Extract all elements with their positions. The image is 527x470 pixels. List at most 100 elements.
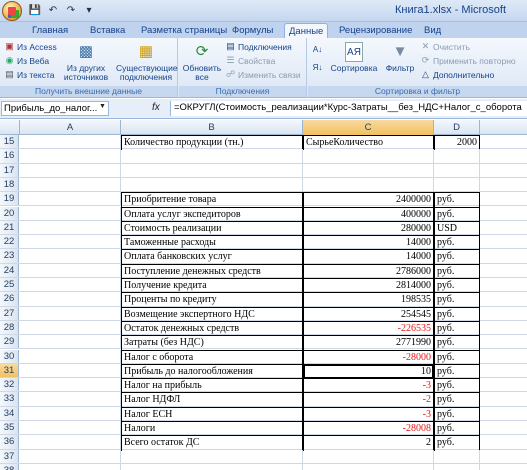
cell-d21[interactable]: USD (434, 220, 480, 237)
cell-b24[interactable]: Поступление денежных средств (121, 263, 303, 279)
row-header[interactable]: 36 (0, 435, 19, 449)
tab-1[interactable]: Вставка (86, 23, 129, 38)
cell-a17[interactable] (20, 163, 121, 177)
cell-b26[interactable]: Проценты по кредиту (121, 292, 303, 308)
cell-c15[interactable]: СырьеКоличество (303, 135, 434, 151)
cell-b15[interactable]: Количество продукции (тн.) (121, 135, 303, 151)
cell-d20[interactable]: руб. (434, 206, 480, 222)
row-header[interactable]: 33 (0, 392, 19, 406)
cell-a35[interactable] (20, 421, 121, 435)
cell-b19[interactable]: Приобритение товара (121, 192, 303, 208)
save-icon[interactable]: 💾 (28, 4, 42, 18)
from-access-button[interactable]: ▣ Из Access (4, 41, 57, 52)
cell-c27[interactable]: 254545 (303, 306, 434, 322)
cell-c37[interactable] (303, 449, 434, 463)
cell-a20[interactable] (20, 206, 121, 220)
cell-c21[interactable]: 280000 (303, 220, 434, 237)
from-web-button[interactable]: ◉ Из Веба (4, 55, 50, 66)
row-header[interactable]: 19 (0, 192, 19, 206)
cell-a31[interactable] (20, 363, 121, 378)
cell-d32[interactable]: руб. (434, 378, 480, 394)
cell-d26[interactable]: руб. (434, 292, 480, 308)
row-header[interactable]: 25 (0, 278, 19, 292)
cell-b36[interactable]: Всего остаток ДС (121, 435, 303, 451)
row-header[interactable]: 29 (0, 335, 19, 349)
cell-c29[interactable]: 2771990 (303, 335, 434, 351)
cell-d35[interactable]: руб. (434, 421, 480, 437)
properties-button[interactable]: ☰ Свойства (225, 55, 275, 66)
cell-b21[interactable]: Стоимость реализации (121, 220, 303, 237)
redo-icon[interactable]: ↷ (64, 4, 78, 18)
cell-a24[interactable] (20, 263, 121, 277)
row-header[interactable]: 23 (0, 249, 19, 263)
cell-d31[interactable]: руб. (434, 363, 480, 380)
cell-d23[interactable]: руб. (434, 249, 480, 265)
row-header[interactable]: 17 (0, 163, 19, 177)
row-header[interactable]: 31 (0, 363, 19, 378)
name-box-dropdown-icon[interactable]: ▼ (99, 103, 106, 110)
cell-c28[interactable]: -226535 (303, 320, 434, 337)
cell-b38[interactable] (121, 463, 303, 470)
cell-d33[interactable]: руб. (434, 392, 480, 408)
refresh-all-button[interactable]: ⟳ Обновить все (182, 42, 222, 82)
filter-button[interactable]: ▼ Фильтр (382, 42, 418, 73)
row-header[interactable]: 15 (0, 135, 19, 149)
row-header[interactable]: 16 (0, 149, 19, 163)
cell-c35[interactable]: -28008 (303, 421, 434, 437)
row-header[interactable]: 35 (0, 421, 19, 435)
column-header-d[interactable]: D (434, 120, 480, 135)
reapply-button[interactable]: ⟳ Применить повторно (420, 55, 516, 66)
cell-b29[interactable]: Затраты (без НДС) (121, 335, 303, 351)
cell-a27[interactable] (20, 306, 121, 320)
cell-a37[interactable] (20, 449, 121, 463)
cell-c19[interactable]: 2400000 (303, 192, 434, 208)
cell-a36[interactable] (20, 435, 121, 449)
cell-d29[interactable]: руб. (434, 335, 480, 351)
cell-d24[interactable]: руб. (434, 263, 480, 279)
cell-a23[interactable] (20, 249, 121, 263)
sort-button[interactable]: АЯ Сортировка (330, 42, 378, 73)
row-header[interactable]: 38 (0, 463, 19, 470)
cell-b20[interactable]: Оплата услуг экспедиторов (121, 206, 303, 222)
cell-d25[interactable]: руб. (434, 278, 480, 294)
cell-d37[interactable] (434, 449, 480, 463)
cell-c30[interactable]: -28000 (303, 349, 434, 365)
sort-za-button[interactable]: Я↓ (312, 62, 323, 73)
cell-c24[interactable]: 2786000 (303, 263, 434, 279)
cell-b17[interactable] (121, 163, 303, 177)
cell-a28[interactable] (20, 320, 121, 335)
cell-c22[interactable]: 14000 (303, 235, 434, 251)
select-all-corner[interactable] (0, 120, 20, 135)
cell-a22[interactable] (20, 235, 121, 249)
cell-b33[interactable]: Налог НДФЛ (121, 392, 303, 408)
cell-c32[interactable]: -3 (303, 378, 434, 394)
sort-az-button[interactable]: A↓ (312, 44, 323, 55)
cell-d38[interactable] (434, 463, 480, 470)
cell-d22[interactable]: руб. (434, 235, 480, 251)
cell-a21[interactable] (20, 220, 121, 235)
cell-c25[interactable]: 2814000 (303, 278, 434, 294)
cell-c18[interactable] (303, 177, 434, 192)
column-header-b[interactable]: B (121, 120, 303, 135)
cell-a19[interactable] (20, 192, 121, 206)
cell-a30[interactable] (20, 349, 121, 363)
cell-a15[interactable] (20, 135, 121, 149)
cell-c33[interactable]: -2 (303, 392, 434, 408)
cell-d16[interactable] (434, 149, 480, 163)
row-header[interactable]: 28 (0, 320, 19, 335)
cell-d34[interactable]: руб. (434, 406, 480, 422)
column-header-c[interactable]: C (303, 120, 434, 135)
row-header[interactable]: 20 (0, 206, 19, 220)
connections-button[interactable]: ▤ Подключения (225, 41, 292, 52)
clear-filter-button[interactable]: ✕ Очистить (420, 41, 470, 52)
cell-a34[interactable] (20, 406, 121, 420)
cell-a16[interactable] (20, 149, 121, 163)
cell-c36[interactable]: 2 (303, 435, 434, 451)
cell-b34[interactable]: Налог ЕСН (121, 406, 303, 422)
formula-input[interactable]: =ОКРУГЛ(Стоимость_реализации*Курс-Затрат… (170, 101, 527, 116)
row-header[interactable]: 27 (0, 306, 19, 320)
cell-a26[interactable] (20, 292, 121, 306)
tab-6[interactable]: Вид (420, 23, 445, 38)
tab-3[interactable]: Формулы (228, 23, 277, 38)
cell-c17[interactable] (303, 163, 434, 177)
